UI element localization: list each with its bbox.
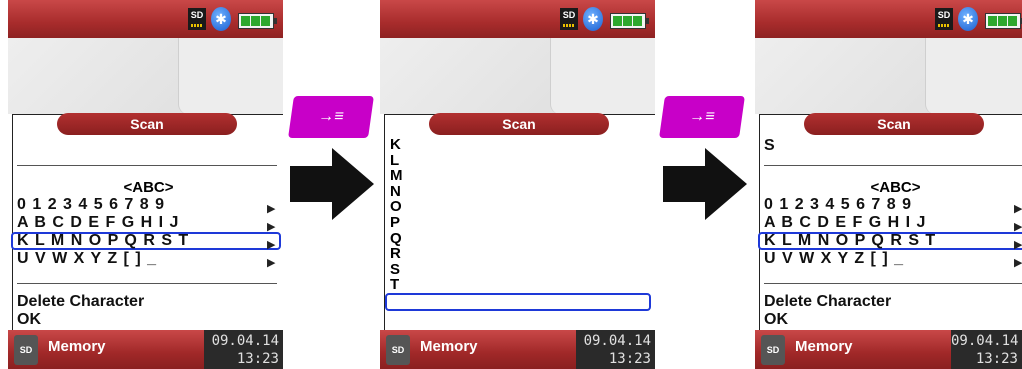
- row-digits[interactable]: 0 1 2 3 4 5 6 7 8 9: [17, 196, 165, 214]
- letter-item[interactable]: L: [390, 152, 403, 169]
- panel-title: Scan: [57, 113, 237, 135]
- panel-title: Scan: [804, 113, 984, 135]
- letter-item[interactable]: T: [390, 277, 403, 293]
- letter-list: K L M N O P Q R S T: [390, 137, 403, 293]
- ok-item[interactable]: OK: [17, 311, 41, 329]
- date-text: 09.04.14: [211, 333, 279, 349]
- delete-character-item[interactable]: Delete Character: [764, 293, 891, 311]
- status-bar: SD ✱: [755, 0, 1022, 38]
- delete-character-item[interactable]: Delete Character: [17, 293, 144, 311]
- memory-label[interactable]: Memory: [48, 338, 106, 355]
- status-bar: SD ✱: [8, 0, 283, 38]
- memory-sd-icon: SD: [761, 335, 785, 365]
- time-text: 13:23: [236, 351, 279, 367]
- arrow-right-icon: [663, 148, 747, 220]
- letter-panel: Scan K L M N O P Q R S T: [384, 113, 655, 332]
- letter-item[interactable]: Q: [390, 230, 403, 247]
- memory-sd-icon: SD: [14, 335, 38, 365]
- row-a-j[interactable]: A B C D E F G H I J: [17, 214, 179, 232]
- chevron-right-icon: ▶: [1014, 239, 1022, 251]
- enter-key-icon: →≡: [659, 96, 745, 138]
- datetime-display: 09.04.14 13:23: [951, 330, 1022, 369]
- sd-card-icon: SD: [560, 8, 578, 30]
- arrow-right-icon: [290, 148, 374, 220]
- time-text: 13:23: [975, 351, 1018, 367]
- memory-sd-icon: SD: [386, 335, 410, 365]
- datetime-display: 09.04.14 13:23: [576, 330, 655, 369]
- device-screen-2: SD ✱ Scan K L M N O P Q R S T SD Memory …: [380, 0, 655, 369]
- abc-toggle[interactable]: <ABC>: [13, 179, 283, 196]
- row-k-t[interactable]: K L M N O P Q R S T: [764, 232, 936, 250]
- abc-toggle[interactable]: <ABC>: [760, 179, 1022, 196]
- date-text: 09.04.14: [583, 333, 651, 349]
- battery-icon: [238, 13, 277, 29]
- selection-highlight: [385, 293, 651, 311]
- bluetooth-icon: ✱: [958, 7, 978, 31]
- battery-icon: [985, 13, 1022, 29]
- letter-item[interactable]: M: [390, 168, 403, 184]
- chevron-right-icon: ▶: [1014, 203, 1022, 215]
- memory-label[interactable]: Memory: [795, 338, 853, 355]
- row-u-z[interactable]: U V W X Y Z [ ] _: [764, 250, 904, 268]
- memory-label[interactable]: Memory: [420, 338, 478, 355]
- enter-key-icon: →≡: [288, 96, 374, 138]
- row-a-j[interactable]: A B C D E F G H I J: [764, 214, 926, 232]
- bluetooth-icon: ✱: [583, 7, 603, 31]
- row-digits[interactable]: 0 1 2 3 4 5 6 7 8 9: [764, 196, 912, 214]
- letter-item[interactable]: K: [390, 137, 403, 153]
- chevron-right-icon: ▶: [267, 239, 276, 251]
- panel-title: Scan: [429, 113, 609, 135]
- letter-item[interactable]: P: [390, 215, 403, 231]
- ok-item[interactable]: OK: [764, 311, 788, 329]
- device-screen-3: SD ✱ Scan S <ABC> 0 1 2 3 4 5 6 7 8 9 ▶ …: [755, 0, 1022, 369]
- letter-item[interactable]: R: [390, 246, 403, 262]
- chevron-right-icon: ▶: [267, 203, 276, 215]
- footer-bar: SD Memory 09.04.14 13:23: [380, 330, 655, 369]
- letter-item[interactable]: N: [390, 184, 403, 200]
- row-k-t[interactable]: K L M N O P Q R S T: [17, 232, 189, 250]
- header-area: [8, 38, 283, 114]
- date-text: 09.04.14: [951, 333, 1019, 349]
- header-area: [380, 38, 655, 114]
- input-panel: Scan <ABC> 0 1 2 3 4 5 6 7 8 9 ▶ A B C D…: [11, 113, 283, 332]
- letter-item[interactable]: O: [390, 199, 403, 215]
- footer-bar: SD Memory 09.04.14 13:23: [755, 330, 1022, 369]
- bluetooth-icon: ✱: [211, 7, 231, 31]
- row-u-z[interactable]: U V W X Y Z [ ] _: [17, 250, 157, 268]
- input-panel: Scan S <ABC> 0 1 2 3 4 5 6 7 8 9 ▶ A B C…: [758, 113, 1022, 332]
- footer-bar: SD Memory 09.04.14 13:23: [8, 330, 283, 369]
- entry-value: S: [764, 137, 776, 154]
- battery-icon: [610, 13, 649, 29]
- chevron-right-icon: ▶: [267, 257, 276, 269]
- status-bar: SD ✱: [380, 0, 655, 38]
- time-text: 13:23: [608, 351, 651, 367]
- header-area: [755, 38, 1022, 114]
- letter-item-selected[interactable]: S: [390, 262, 403, 278]
- sd-card-icon: SD: [188, 8, 206, 30]
- chevron-right-icon: ▶: [1014, 257, 1022, 269]
- device-screen-1: SD ✱ Scan <ABC> 0 1 2 3 4 5 6 7 8 9 ▶ A …: [8, 0, 283, 369]
- datetime-display: 09.04.14 13:23: [204, 330, 283, 369]
- sd-card-icon: SD: [935, 8, 953, 30]
